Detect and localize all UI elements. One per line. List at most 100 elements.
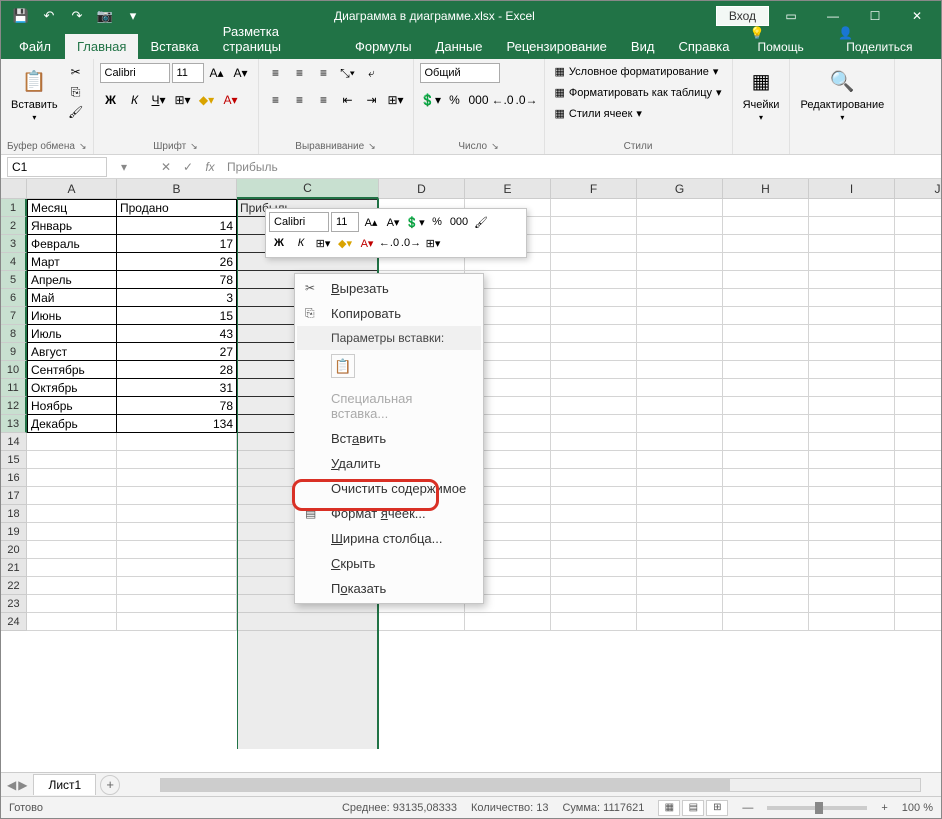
cell[interactable] xyxy=(809,541,895,559)
cell[interactable] xyxy=(809,469,895,487)
tab-page-layout[interactable]: Разметка страницы xyxy=(211,19,343,59)
column-header[interactable]: J xyxy=(895,179,941,199)
menu-copy[interactable]: ⎘Копировать xyxy=(297,301,481,326)
cell[interactable]: 134 xyxy=(117,415,237,433)
cell[interactable] xyxy=(637,451,723,469)
cell[interactable] xyxy=(551,397,637,415)
comma-icon[interactable]: 000 xyxy=(468,90,490,110)
cell[interactable] xyxy=(117,505,237,523)
row-header[interactable]: 15 xyxy=(1,451,27,469)
editing-button[interactable]: 🔍 Редактирование▾ xyxy=(796,63,888,124)
column-header[interactable]: B xyxy=(117,179,237,199)
cell[interactable] xyxy=(809,613,895,631)
cell[interactable] xyxy=(117,613,237,631)
cell[interactable] xyxy=(723,523,809,541)
cell[interactable] xyxy=(551,253,637,271)
align-left-icon[interactable]: ≡ xyxy=(265,90,287,110)
cell[interactable] xyxy=(895,361,941,379)
cell[interactable] xyxy=(723,577,809,595)
menu-insert[interactable]: Вставить xyxy=(297,426,481,451)
cell[interactable]: 78 xyxy=(117,271,237,289)
row-header[interactable]: 6 xyxy=(1,289,27,307)
cell[interactable] xyxy=(723,451,809,469)
cell[interactable]: Продано xyxy=(117,199,237,217)
cell[interactable] xyxy=(551,451,637,469)
cell[interactable] xyxy=(27,469,117,487)
cell[interactable] xyxy=(723,199,809,217)
cell[interactable] xyxy=(637,307,723,325)
cell[interactable] xyxy=(723,289,809,307)
cut-icon[interactable]: ✂ xyxy=(66,63,86,81)
cell[interactable]: 17 xyxy=(117,235,237,253)
row-header[interactable]: 4 xyxy=(1,253,27,271)
cell[interactable] xyxy=(723,307,809,325)
cell[interactable] xyxy=(637,613,723,631)
cell[interactable] xyxy=(809,307,895,325)
cell[interactable] xyxy=(723,487,809,505)
column-header[interactable]: A xyxy=(27,179,117,199)
number-launcher[interactable]: ↘ xyxy=(491,141,499,152)
cell[interactable] xyxy=(809,289,895,307)
currency-icon[interactable]: 💲▾ xyxy=(420,90,442,110)
paste-default-icon[interactable]: 📋 xyxy=(331,354,355,378)
cell[interactable] xyxy=(237,613,379,631)
cell[interactable] xyxy=(27,433,117,451)
row-header[interactable]: 2 xyxy=(1,217,27,235)
cell[interactable] xyxy=(723,397,809,415)
cell[interactable] xyxy=(895,253,941,271)
cell[interactable] xyxy=(551,469,637,487)
row-header[interactable]: 13 xyxy=(1,415,27,433)
cell[interactable] xyxy=(551,199,637,217)
cell[interactable]: Август xyxy=(27,343,117,361)
mini-font-size[interactable] xyxy=(331,212,359,232)
italic-button[interactable]: К xyxy=(124,90,146,110)
sheet-tab[interactable]: Лист1 xyxy=(33,774,96,795)
decrease-font-icon[interactable]: A▾ xyxy=(230,63,252,83)
cell[interactable]: 28 xyxy=(117,361,237,379)
share-button[interactable]: 👤 Поделиться xyxy=(830,21,937,59)
cell[interactable] xyxy=(895,289,941,307)
cell[interactable]: Декабрь xyxy=(27,415,117,433)
cell[interactable] xyxy=(723,469,809,487)
cell[interactable] xyxy=(551,307,637,325)
cell[interactable] xyxy=(637,199,723,217)
bold-button[interactable]: Ж xyxy=(100,90,122,110)
column-header[interactable]: I xyxy=(809,179,895,199)
cell[interactable] xyxy=(551,235,637,253)
cell[interactable]: 27 xyxy=(117,343,237,361)
cell[interactable] xyxy=(27,577,117,595)
cell[interactable] xyxy=(723,415,809,433)
cell[interactable] xyxy=(895,469,941,487)
cell[interactable] xyxy=(809,217,895,235)
cell[interactable] xyxy=(723,217,809,235)
cell[interactable] xyxy=(723,271,809,289)
cell[interactable] xyxy=(809,559,895,577)
cell[interactable] xyxy=(895,595,941,613)
cell[interactable] xyxy=(637,361,723,379)
cell[interactable] xyxy=(27,559,117,577)
cell[interactable] xyxy=(895,451,941,469)
cell[interactable] xyxy=(895,613,941,631)
cell[interactable] xyxy=(809,361,895,379)
row-header[interactable]: 23 xyxy=(1,595,27,613)
save-icon[interactable]: 💾 xyxy=(9,5,33,27)
cell[interactable] xyxy=(551,487,637,505)
cell[interactable] xyxy=(551,325,637,343)
percent-icon[interactable]: % xyxy=(444,90,466,110)
row-header[interactable]: 9 xyxy=(1,343,27,361)
menu-format-cells[interactable]: ▤Формат ячеек... xyxy=(297,501,481,526)
tab-data[interactable]: Данные xyxy=(424,34,495,59)
cell[interactable] xyxy=(637,523,723,541)
qat-dropdown-icon[interactable]: ▾ xyxy=(121,5,145,27)
cell[interactable] xyxy=(117,469,237,487)
cell[interactable] xyxy=(895,415,941,433)
cell[interactable] xyxy=(637,271,723,289)
cell[interactable]: Январь xyxy=(27,217,117,235)
cell[interactable] xyxy=(723,235,809,253)
row-header[interactable]: 17 xyxy=(1,487,27,505)
redo-icon[interactable]: ↷ xyxy=(65,5,89,27)
cell[interactable] xyxy=(895,271,941,289)
column-header[interactable]: C xyxy=(237,179,379,199)
undo-icon[interactable]: ↶ xyxy=(37,5,61,27)
cell[interactable]: Июль xyxy=(27,325,117,343)
